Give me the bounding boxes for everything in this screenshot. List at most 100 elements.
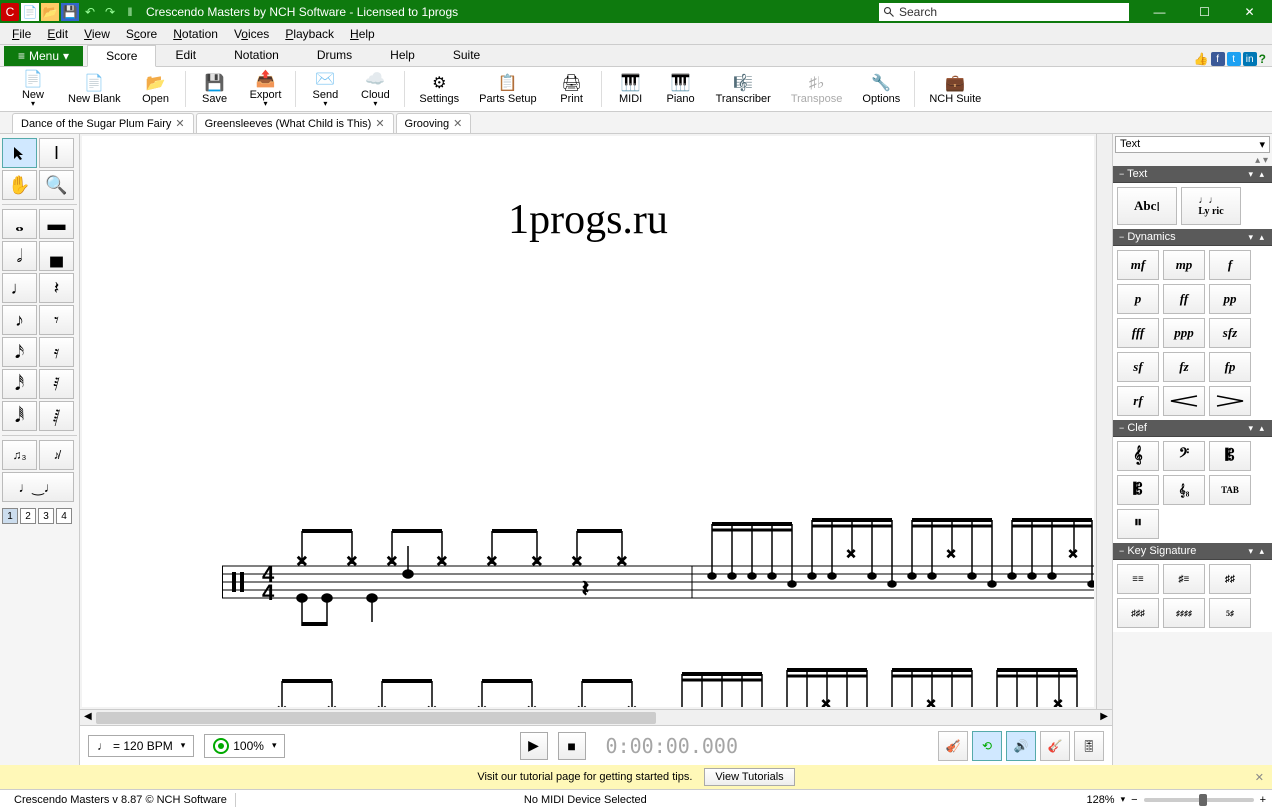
keysig-1sharp[interactable]: ♯≡ xyxy=(1163,564,1205,594)
sixteenth-rest[interactable]: 𝄿 xyxy=(39,337,74,367)
treble-clef[interactable]: 𝄞 xyxy=(1117,441,1159,471)
menu-playback[interactable]: Playback xyxy=(277,25,342,43)
eighth-note[interactable]: ♪ xyxy=(2,305,37,335)
toolbar-save[interactable]: 💾Save xyxy=(190,68,240,110)
whole-rest[interactable]: ▬ xyxy=(39,209,74,239)
close-icon[interactable]: ✕ xyxy=(175,117,184,130)
voice-3[interactable]: 3 xyxy=(38,508,54,524)
treble-8vb-clef[interactable]: 𝄞₈ xyxy=(1163,475,1205,505)
menu-help[interactable]: Help xyxy=(342,25,383,43)
mixer-icon[interactable]: 🎚 xyxy=(1074,731,1104,761)
section-text-header[interactable]: − Text▾ ▴ xyxy=(1113,166,1272,183)
zoom-out-icon[interactable]: − xyxy=(1131,794,1137,806)
redo-icon[interactable]: ↷ xyxy=(101,3,119,21)
dynamic-fz[interactable]: fz xyxy=(1163,352,1205,382)
main-menu-button[interactable]: ≡ Menu ▾ xyxy=(4,46,83,66)
thirtysecond-rest[interactable]: 𝅀 xyxy=(39,369,74,399)
thirtysecond-note[interactable]: 𝅘𝅥𝅰 xyxy=(2,369,37,399)
menu-score[interactable]: Score xyxy=(118,25,165,43)
doc-tab[interactable]: Dance of the Sugar Plum Fairy✕ xyxy=(12,113,194,133)
instruments-icon[interactable]: 🎻 xyxy=(938,731,968,761)
voice-4[interactable]: 4 xyxy=(56,508,72,524)
facebook-icon[interactable]: f xyxy=(1211,52,1225,66)
menu-file[interactable]: File xyxy=(4,25,39,43)
toolbar-print[interactable]: 🖨Print xyxy=(547,68,597,110)
view-tutorials-button[interactable]: View Tutorials xyxy=(704,768,794,786)
new-icon[interactable]: 📄 xyxy=(21,3,39,21)
menu-voices[interactable]: Voices xyxy=(226,25,277,43)
toolbar-send[interactable]: ✉️Send xyxy=(300,68,350,110)
search-box[interactable]: Search xyxy=(879,3,1129,21)
dynamic-cresc[interactable] xyxy=(1163,386,1205,416)
quarter-note[interactable]: ♩ xyxy=(2,273,37,303)
ribbon-tab-score[interactable]: Score xyxy=(87,45,156,67)
dynamic-sf[interactable]: sf xyxy=(1117,352,1159,382)
menu-view[interactable]: View xyxy=(76,25,118,43)
dynamic-rf[interactable]: rf xyxy=(1117,386,1159,416)
twitter-icon[interactable]: t xyxy=(1227,52,1241,66)
section-clef-header[interactable]: − Clef▾ ▴ xyxy=(1113,420,1272,437)
toolbar-new[interactable]: 📄New xyxy=(8,68,58,110)
tuplet-tool[interactable]: ♫₃ xyxy=(2,440,37,470)
toolbar-settings[interactable]: ⚙Settings xyxy=(409,68,469,110)
save-icon[interactable]: 💾 xyxy=(61,3,79,21)
toolbar-midi[interactable]: 🎹MIDI xyxy=(606,68,656,110)
text-tool-button[interactable]: AbcI xyxy=(1117,187,1177,225)
tempo-selector[interactable]: ♩ = 120 BPM xyxy=(88,735,194,757)
help-icon[interactable]: ? xyxy=(1259,52,1266,66)
alto-clef[interactable]: 𝄡 xyxy=(1209,441,1251,471)
keysig-3sharp[interactable]: ♯♯♯ xyxy=(1117,598,1159,628)
zoom-tool[interactable]: 🔍 xyxy=(39,170,74,200)
doc-tab[interactable]: Greensleeves (What Child is This)✕ xyxy=(196,113,394,133)
minimize-button[interactable]: — xyxy=(1137,0,1182,23)
tutorial-close-icon[interactable]: ✕ xyxy=(1255,771,1264,784)
keysig-cmaj[interactable]: ≡≡ xyxy=(1117,564,1159,594)
dynamic-mf[interactable]: mf xyxy=(1117,250,1159,280)
like-icon[interactable]: 👍 xyxy=(1194,52,1209,66)
stop-button[interactable]: ■ xyxy=(558,732,586,760)
linkedin-icon[interactable]: in xyxy=(1243,52,1257,66)
keysig-2sharp[interactable]: ♯♯ xyxy=(1209,564,1251,594)
ribbon-tab-notation[interactable]: Notation xyxy=(215,44,298,66)
toolbar-cloud[interactable]: ☁️Cloud xyxy=(350,68,400,110)
section-dynamics-header[interactable]: − Dynamics▾ ▴ xyxy=(1113,229,1272,246)
close-icon[interactable]: ✕ xyxy=(453,117,462,130)
metronome-icon[interactable]: ⟲ xyxy=(972,731,1002,761)
half-rest[interactable]: ▄ xyxy=(39,241,74,271)
toolbar-open[interactable]: 📂Open xyxy=(131,68,181,110)
toolbar-transcriber[interactable]: 🎼Transcriber xyxy=(706,68,781,110)
toolbar-piano[interactable]: 🎹Piano xyxy=(656,68,706,110)
tenor-clef[interactable]: 𝄡 xyxy=(1117,475,1159,505)
countoff-icon[interactable]: 🔊 xyxy=(1006,731,1036,761)
dynamic-mp[interactable]: mp xyxy=(1163,250,1205,280)
grace-note-tool[interactable]: ♪̸ xyxy=(39,440,74,470)
toolbar-options[interactable]: 🔧Options xyxy=(852,68,910,110)
play-button[interactable]: ▶ xyxy=(520,732,548,760)
toolbar-export[interactable]: 📤Export xyxy=(240,68,292,110)
zoom-selector[interactable]: 100% xyxy=(204,734,285,758)
hand-tool[interactable]: ✋ xyxy=(2,170,37,200)
toolbar-nch-suite[interactable]: 💼NCH Suite xyxy=(919,68,991,110)
keysig-5sharp[interactable]: 5♯ xyxy=(1209,598,1251,628)
horizontal-scrollbar[interactable]: ◀ ▶ xyxy=(80,709,1112,725)
quarter-rest[interactable]: 𝄽 xyxy=(39,273,74,303)
tuning-icon[interactable]: 🎸 xyxy=(1040,731,1070,761)
panel-category-select[interactable]: Text▾ xyxy=(1115,136,1270,153)
toolbar-parts-setup[interactable]: 📋Parts Setup xyxy=(469,68,546,110)
ribbon-tab-suite[interactable]: Suite xyxy=(434,44,499,66)
toolbar-new-blank[interactable]: 📄New Blank xyxy=(58,68,131,110)
sixteenth-note[interactable]: 𝅘𝅥𝅯 xyxy=(2,337,37,367)
dynamic-sfz[interactable]: sfz xyxy=(1209,318,1251,348)
close-button[interactable]: ✕ xyxy=(1227,0,1272,23)
whole-note[interactable]: 𝅝 xyxy=(2,209,37,239)
pointer-tool[interactable] xyxy=(2,138,37,168)
menu-notation[interactable]: Notation xyxy=(165,25,226,43)
dynamic-f[interactable]: f xyxy=(1209,250,1251,280)
keysig-4sharp[interactable]: ♯♯♯♯ xyxy=(1163,598,1205,628)
score-canvas[interactable]: 1progs.ru 4 4 xyxy=(82,136,1094,707)
ribbon-tab-edit[interactable]: Edit xyxy=(156,44,215,66)
maximize-button[interactable]: ☐ xyxy=(1182,0,1227,23)
section-keysig-header[interactable]: − Key Signature▾ ▴ xyxy=(1113,543,1272,560)
lyrics-tool-button[interactable]: ♩♩Ly ric xyxy=(1181,187,1241,225)
dynamic-fp[interactable]: fp xyxy=(1209,352,1251,382)
